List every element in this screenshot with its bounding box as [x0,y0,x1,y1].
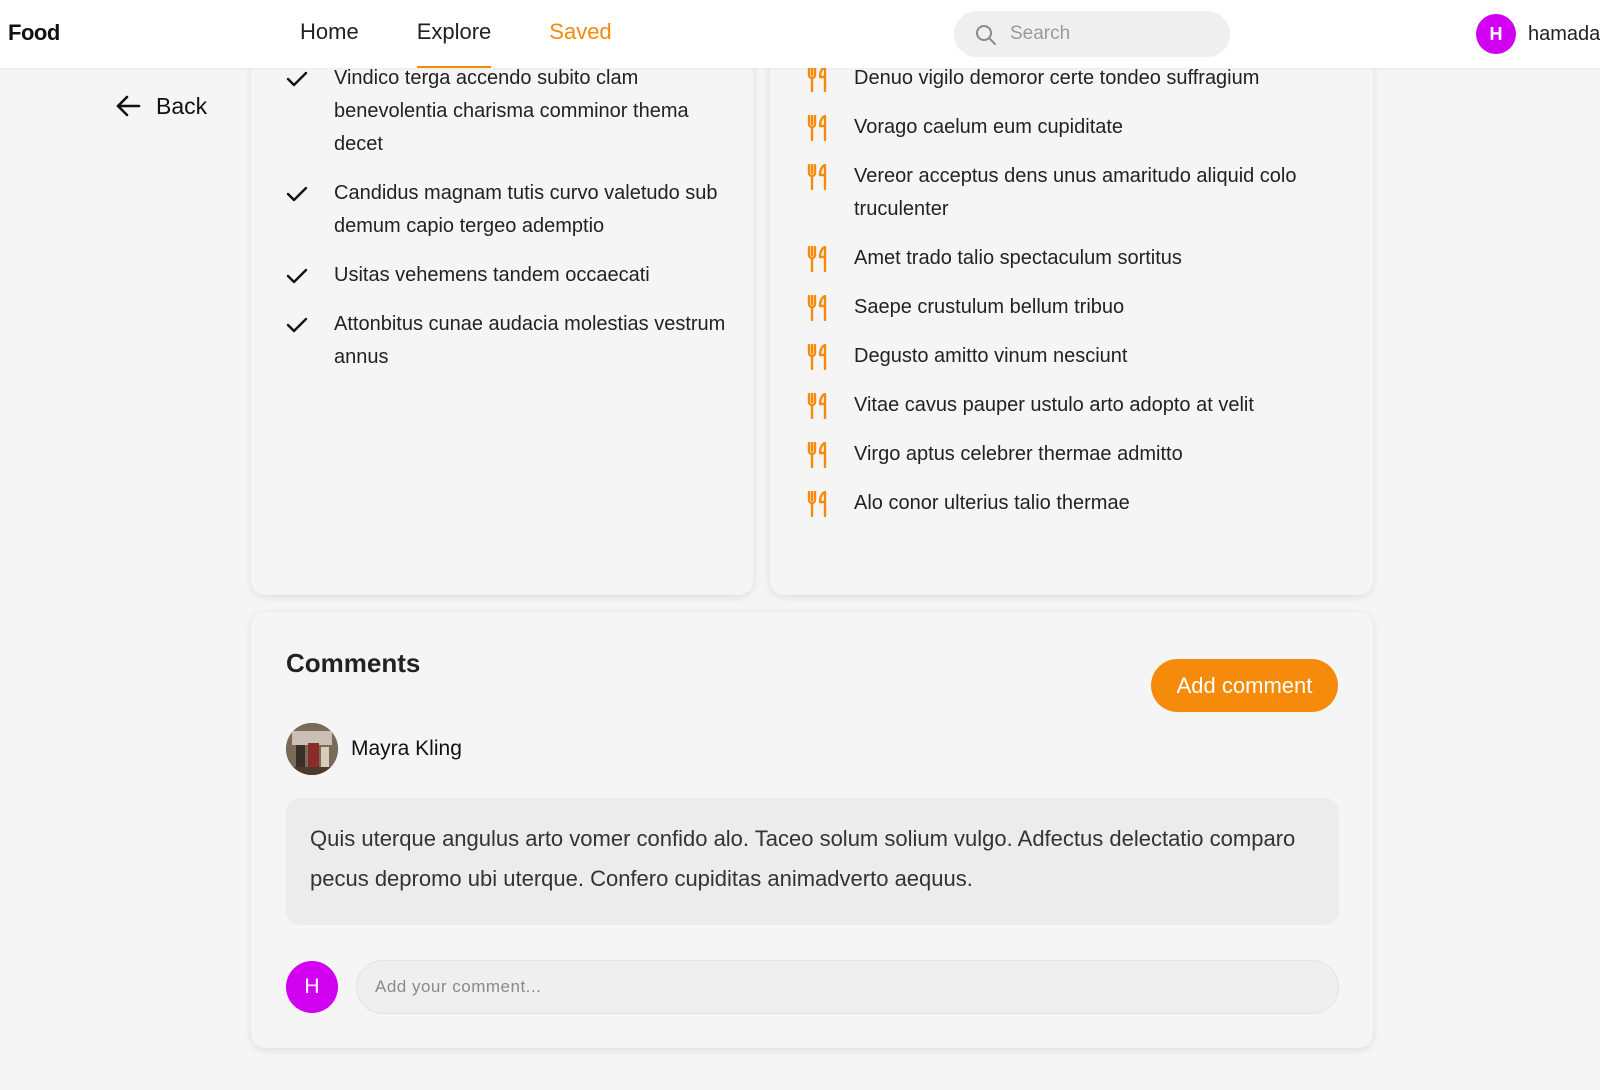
utensils-icon [806,389,834,422]
nav-saved[interactable]: Saved [549,0,611,68]
utensils-icon [806,291,834,324]
ingredient-item: Alo conor ulterius talio thermae [806,487,1346,520]
check-icon [286,308,312,341]
check-icon [286,259,312,292]
ingredient-text: Alo conor ulterius talio thermae [854,492,1130,514]
arrow-left-icon [116,95,141,117]
search-input[interactable] [1010,11,1210,57]
utensils-icon [806,340,834,373]
step-item: Usitas vehemens tandem occaecati [286,259,726,292]
step-item: Attonbitus cunae audacia molestias vestr… [286,308,726,374]
back-button[interactable]: Back [114,92,207,120]
ingredient-item: Degusto amitto vinum nesciunt [806,340,1346,373]
comment-text: Quis uterque angulus arto vomer confido … [286,798,1339,925]
ingredient-item: Virgo aptus celebrer thermae admitto [806,438,1346,471]
nav-explore[interactable]: Explore [416,0,491,68]
comment-author: Mayra Kling [286,723,462,775]
app-logo[interactable]: Food [8,20,60,46]
ingredient-text: Amet trado talio spectaculum sortitus [854,247,1182,269]
steps-list: Vindico terga accendo subito clam benevo… [286,62,726,390]
ingredient-text: Saepe crustulum bellum tribuo [854,296,1125,318]
utensils-icon [806,160,834,193]
step-text: Usitas vehemens tandem occaecati [334,264,650,286]
top-navbar: Food Home Explore Saved H hamada [0,0,1600,68]
ingredient-text: Virgo aptus celebrer thermae admitto [854,443,1183,465]
ingredient-item: Amet trado talio spectaculum sortitus [806,242,1346,275]
current-user-avatar: H [286,961,338,1013]
ingredients-list: Denuo vigilo demoror certe tondeo suffra… [806,62,1346,536]
ingredient-text: Vorago caelum eum cupiditate [854,116,1124,138]
comments-title: Comments [286,648,421,678]
utensils-icon [806,438,834,471]
step-text: Candidus magnam tutis curvo valetudo sub… [334,182,718,237]
ingredient-text: Vitae cavus pauper ustulo arto adopto at… [854,394,1254,416]
step-item: Candidus magnam tutis curvo valetudo sub… [286,177,726,243]
ingredient-item: Saepe crustulum bellum tribuo [806,291,1346,324]
user-avatar[interactable]: H [1476,14,1516,54]
comment-input[interactable] [356,960,1339,1014]
search-icon [976,25,996,45]
ingredient-item: Vorago caelum eum cupiditate [806,111,1346,144]
user-name[interactable]: hamada [1528,23,1600,46]
search-bar[interactable] [954,11,1230,57]
utensils-icon [806,242,834,275]
utensils-icon [806,487,834,520]
step-text: Attonbitus cunae audacia molestias vestr… [334,313,726,368]
ingredient-text: Degusto amitto vinum nesciunt [854,345,1128,367]
user-menu[interactable]: H hamada [1476,14,1600,54]
check-icon [286,177,312,210]
ingredient-item: Vitae cavus pauper ustulo arto adopto at… [806,389,1346,422]
commenter-avatar[interactable] [286,723,338,775]
utensils-icon [806,111,834,144]
reply-row: H [286,960,1339,1014]
ingredient-item: Vereor acceptus dens unus amaritudo aliq… [806,160,1346,226]
commenter-name[interactable]: Mayra Kling [351,737,462,761]
nav-home[interactable]: Home [300,0,359,68]
ingredient-text: Vereor acceptus dens unus amaritudo aliq… [854,165,1297,220]
step-text: Vindico terga accendo subito clam benevo… [334,67,689,155]
step-item: Vindico terga accendo subito clam benevo… [286,62,726,161]
add-comment-button[interactable]: Add comment [1151,659,1338,712]
main-nav: Home Explore Saved [300,0,670,68]
back-label: Back [156,92,208,119]
